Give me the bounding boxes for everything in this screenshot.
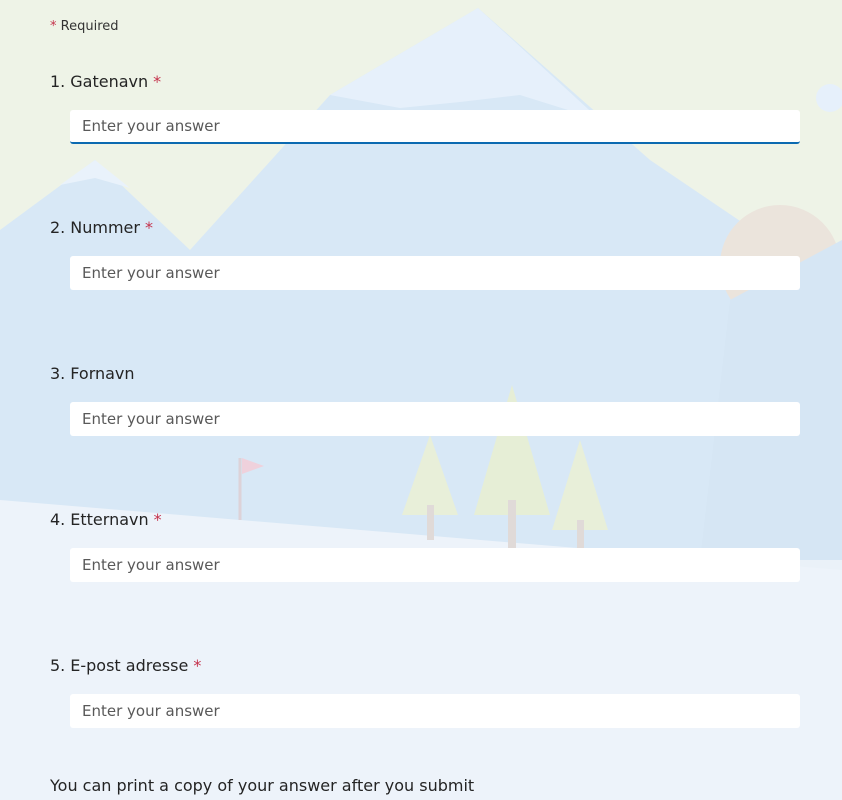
required-star: * (144, 218, 153, 237)
question-epost-adresse: 5. E-post adresse * (50, 655, 800, 728)
answer-field-container (70, 256, 800, 290)
question-title: 4. Etternavn * (50, 509, 800, 531)
form-body: * Required 1.Gatenavn* 2.Nummer* 3.Forna… (0, 0, 842, 800)
print-copy-note: You can print a copy of your answer afte… (50, 776, 475, 795)
question-title: 5. E-post adresse * (50, 655, 800, 677)
question-number: 2. (50, 218, 66, 237)
answer-field-container (70, 694, 800, 728)
answer-field-container (70, 402, 800, 436)
question-label: Gatenavn (70, 72, 149, 91)
question-title: 1. Gatenavn * (50, 71, 800, 93)
required-note: * Required (50, 19, 119, 34)
question-title: 3. Fornavn (50, 363, 800, 385)
question-number: 4. (50, 510, 66, 529)
question-label: E-post adresse (70, 656, 189, 675)
nummer-input[interactable] (70, 256, 800, 290)
answer-field-container (70, 110, 800, 144)
question-title: 2. Nummer * (50, 217, 800, 239)
required-star: * (153, 72, 162, 91)
question-fornavn: 3. Fornavn (50, 363, 800, 436)
required-label: Required (60, 19, 119, 34)
required-star: * (50, 19, 57, 34)
gatenavn-input[interactable] (70, 110, 800, 142)
question-number: 5. (50, 656, 66, 675)
question-gatenavn: 1. Gatenavn * (50, 71, 800, 144)
question-label: Nummer (70, 218, 140, 237)
question-number: 1. (50, 72, 66, 91)
required-star: * (153, 510, 162, 529)
question-number: 3. (50, 364, 66, 383)
epost-adresse-input[interactable] (70, 694, 800, 728)
answer-field-container (70, 548, 800, 582)
question-label: Etternavn (70, 510, 149, 529)
etternavn-input[interactable] (70, 548, 800, 582)
question-nummer: 2. Nummer * (50, 217, 800, 290)
question-label: Fornavn (70, 364, 135, 383)
question-etternavn: 4. Etternavn * (50, 509, 800, 582)
required-star: * (193, 656, 202, 675)
fornavn-input[interactable] (70, 402, 800, 436)
